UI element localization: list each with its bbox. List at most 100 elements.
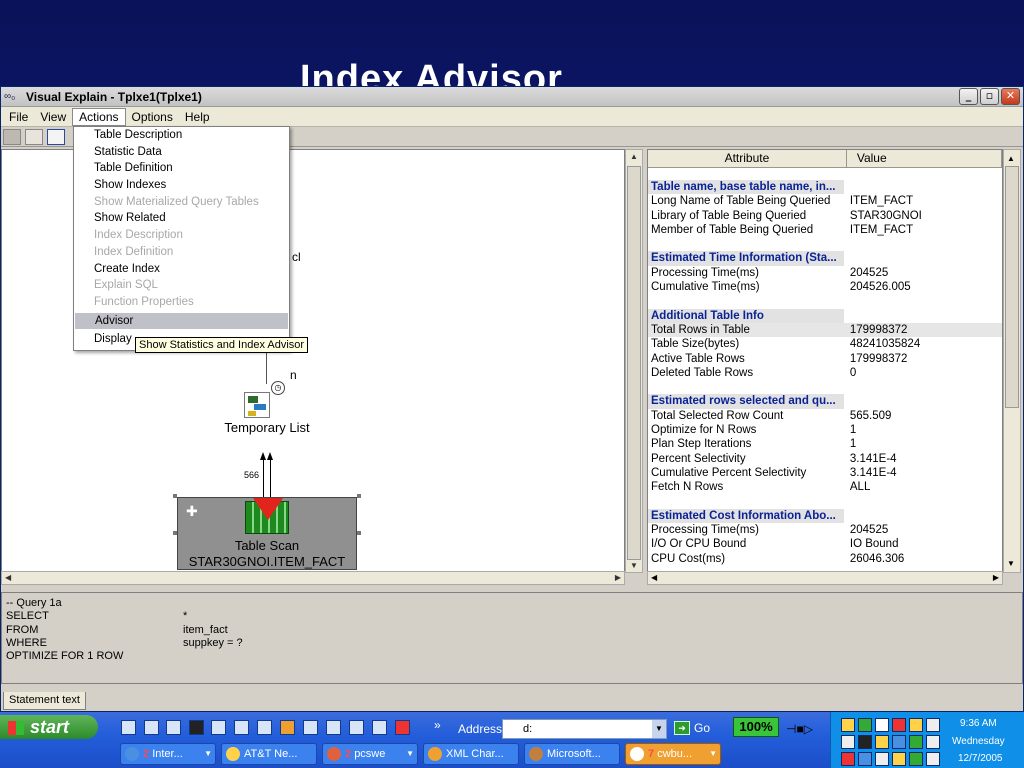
tray-icon[interactable] xyxy=(892,752,906,766)
temporary-list-label[interactable]: Temporary List xyxy=(205,420,329,435)
graph-icon[interactable] xyxy=(47,128,65,145)
tray-icon[interactable] xyxy=(858,752,872,766)
table-row[interactable]: Processing Time(ms) 204525 xyxy=(648,266,1002,280)
menu-actions[interactable]: Actions xyxy=(72,107,126,126)
menu-item-show-related[interactable]: Show Related xyxy=(74,210,289,227)
table-row[interactable]: Percent Selectivity 3.141E-4 xyxy=(648,452,1002,466)
table-row[interactable]: Table Size(bytes) 48241035824 xyxy=(648,337,1002,351)
tray-icon[interactable] xyxy=(875,718,889,732)
scroll-right-icon[interactable]: ▶ xyxy=(993,573,999,582)
ie-icon[interactable] xyxy=(144,720,159,735)
tab-statement-text[interactable]: Statement text xyxy=(3,692,86,710)
menu-help[interactable]: Help xyxy=(179,108,216,126)
tray-icon[interactable] xyxy=(892,718,906,732)
graph-horizontal-scrollbar[interactable]: ◀ ▶ xyxy=(1,571,625,585)
tray-icon[interactable] xyxy=(892,735,906,749)
menu-options[interactable]: Options xyxy=(126,108,179,126)
menu-item-table-description[interactable]: Table Description xyxy=(74,127,289,144)
value-column-header[interactable]: Value xyxy=(847,150,1002,167)
scroll-left-icon[interactable]: ◀ xyxy=(5,573,11,582)
table-row[interactable]: Active Table Rows 179998372 xyxy=(648,352,1002,366)
table-row[interactable]: Library of Table Being Queried STAR30GNOI xyxy=(648,209,1002,223)
tray-icon[interactable] xyxy=(926,735,940,749)
taskbar-button-active[interactable]: 7 cwbu... ▼ xyxy=(625,743,721,765)
quicklaunch-icon[interactable] xyxy=(395,720,410,735)
taskbar-button[interactable]: 2 pcswe ▼ xyxy=(322,743,418,765)
tray-icon[interactable] xyxy=(841,752,855,766)
menu-view[interactable]: View xyxy=(34,108,72,126)
table-row[interactable]: Optimize for N Rows 1 xyxy=(648,423,1002,437)
table-row[interactable]: Cumulative Time(ms) 204526.005 xyxy=(648,280,1002,294)
table-scan-node[interactable]: ✚ Table Scan STAR30GNOI.ITEM_FACT xyxy=(177,497,357,570)
table-row[interactable]: Processing Time(ms) 204525 xyxy=(648,523,1002,537)
table-row[interactable]: Plan Step Iterations 1 xyxy=(648,437,1002,451)
taskbar-button[interactable]: Microsoft... xyxy=(524,743,620,765)
scroll-thumb[interactable] xyxy=(1005,166,1019,408)
scroll-left-icon[interactable]: ◀ xyxy=(651,573,657,582)
chevron-icon[interactable]: » xyxy=(434,718,441,732)
section-header[interactable]: Additional Table Info xyxy=(648,308,844,323)
scroll-down-icon[interactable]: ▼ xyxy=(1007,559,1015,568)
chevron-down-icon[interactable]: ▼ xyxy=(652,720,666,738)
tray-icon[interactable] xyxy=(841,718,855,732)
quicklaunch-icon[interactable] xyxy=(349,720,364,735)
sql-statement-pane[interactable]: -- Query 1a SELECT * FROM item_fact WHER… xyxy=(1,592,1023,684)
scroll-right-icon[interactable]: ▶ xyxy=(615,573,621,582)
tray-icon[interactable] xyxy=(858,735,872,749)
quicklaunch-icon[interactable] xyxy=(121,720,136,735)
quicklaunch-icon[interactable] xyxy=(280,720,295,735)
menu-item-table-definition[interactable]: Table Definition xyxy=(74,160,289,177)
tray-icon[interactable] xyxy=(926,752,940,766)
folder-icon[interactable] xyxy=(166,720,181,735)
scroll-up-icon[interactable]: ▲ xyxy=(1007,154,1015,163)
section-header[interactable]: Estimated Cost Information Abo... xyxy=(648,508,844,524)
scroll-down-icon[interactable]: ▼ xyxy=(628,561,640,570)
tray-icon[interactable] xyxy=(909,752,923,766)
close-button[interactable]: ✕ xyxy=(1001,88,1020,105)
section-header[interactable]: Estimated Time Information (Sta... xyxy=(648,251,844,266)
table-row[interactable]: CPU Cost(ms) 26046.306 xyxy=(648,552,1002,566)
menu-file[interactable]: File xyxy=(3,108,34,126)
table-row[interactable]: Member of Table Being Queried ITEM_FACT xyxy=(648,223,1002,237)
attribute-horizontal-scrollbar[interactable]: ◀ ▶ xyxy=(647,571,1003,585)
tray-icon[interactable] xyxy=(909,718,923,732)
temporary-list-icon[interactable] xyxy=(244,392,270,418)
section-header[interactable]: Estimated rows selected and qu... xyxy=(648,394,844,409)
table-row[interactable]: I/O Or CPU Bound IO Bound xyxy=(648,537,1002,551)
table-row[interactable]: Total Selected Row Count 565.509 xyxy=(648,409,1002,423)
table-row[interactable]: Fetch N Rows ALL xyxy=(648,480,1002,494)
expand-icon[interactable]: ✚ xyxy=(186,504,198,520)
quicklaunch-icon[interactable] xyxy=(211,720,226,735)
tray-icon[interactable] xyxy=(858,718,872,732)
menu-item-advisor[interactable]: Advisor xyxy=(75,312,288,330)
selection-handle[interactable] xyxy=(357,531,361,535)
selection-handle[interactable] xyxy=(173,494,177,498)
menu-item-create-index[interactable]: Create Index xyxy=(74,261,289,278)
quicklaunch-icon[interactable] xyxy=(303,720,318,735)
attribute-vertical-scrollbar[interactable]: ▲ ▼ xyxy=(1003,149,1021,573)
table-row[interactable]: Long Name of Table Being Queried ITEM_FAC… xyxy=(648,194,1002,208)
minimize-button[interactable]: _ xyxy=(959,88,978,105)
go-button[interactable]: ➜ Go xyxy=(674,721,710,735)
tray-icon[interactable] xyxy=(909,735,923,749)
tray-icon[interactable] xyxy=(926,718,940,732)
menu-item-statistic-data[interactable]: Statistic Data xyxy=(74,144,289,161)
restore-button[interactable]: ▫ xyxy=(980,88,999,105)
attribute-column-header[interactable]: Attribute xyxy=(648,150,847,167)
quicklaunch-icon[interactable] xyxy=(326,720,341,735)
taskbar-button[interactable]: AT&T Ne... xyxy=(221,743,317,765)
battery-indicator[interactable]: 100% xyxy=(733,717,779,737)
scroll-thumb[interactable] xyxy=(627,166,641,560)
save-icon[interactable] xyxy=(3,128,21,145)
command-prompt-icon[interactable] xyxy=(189,720,204,735)
selection-handle[interactable] xyxy=(173,531,177,535)
quicklaunch-icon[interactable] xyxy=(257,720,272,735)
print-icon[interactable] xyxy=(25,128,43,145)
table-row[interactable]: Deleted Table Rows 0 xyxy=(648,366,1002,380)
table-row[interactable]: Cumulative Percent Selectivity 3.141E-4 xyxy=(648,466,1002,480)
taskbar-button[interactable]: 2 Inter... ▼ xyxy=(120,743,216,765)
menu-item-show-indexes[interactable]: Show Indexes xyxy=(74,177,289,194)
tray-icon[interactable] xyxy=(875,735,889,749)
address-input[interactable]: d: ▼ xyxy=(502,719,667,739)
tray-icon[interactable] xyxy=(875,752,889,766)
